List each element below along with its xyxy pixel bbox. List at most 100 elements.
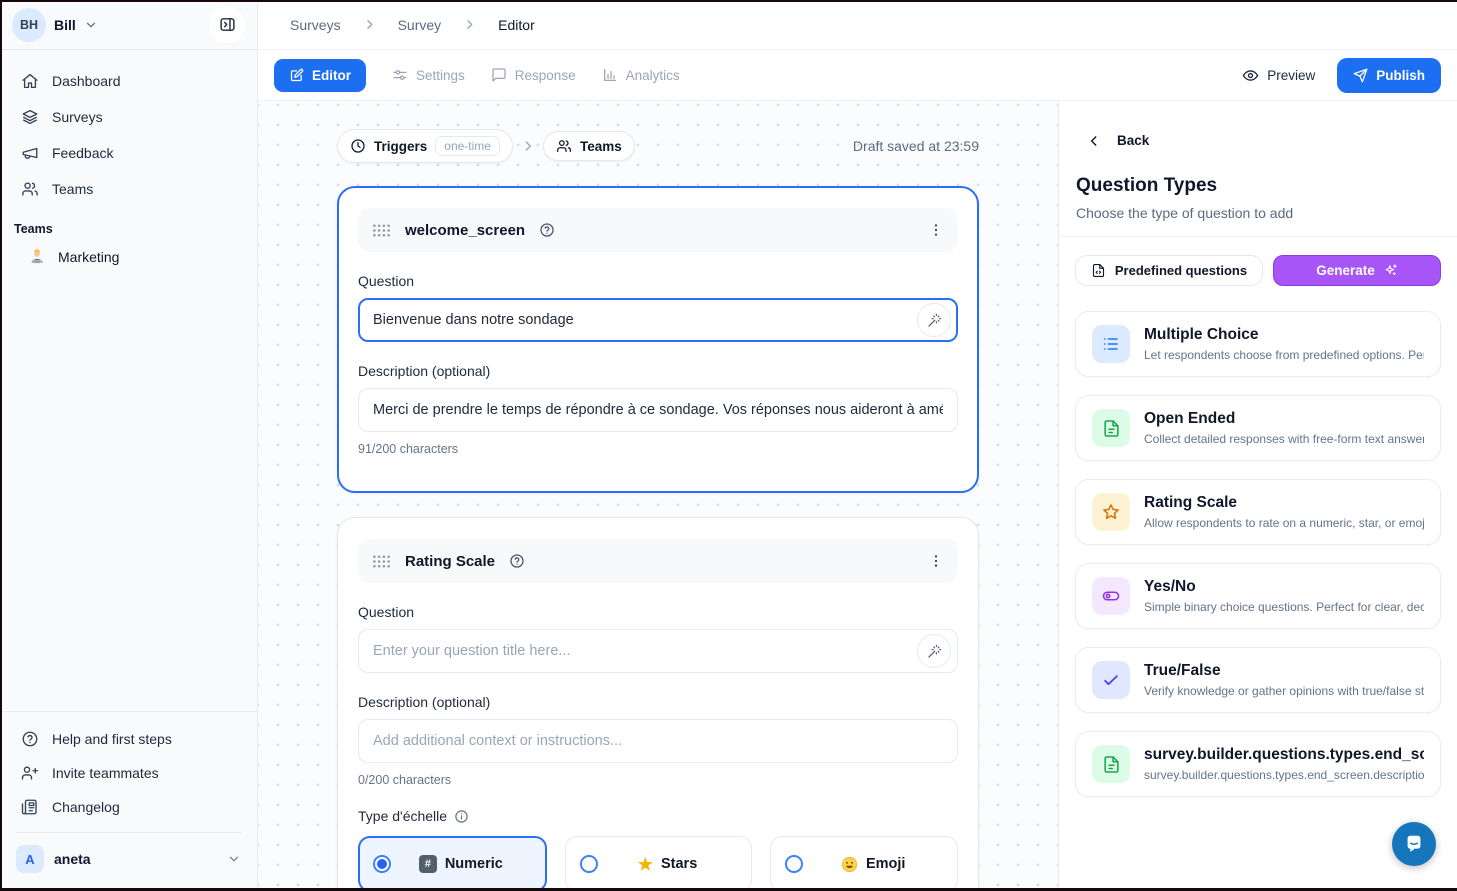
more-menu-icon[interactable] bbox=[928, 553, 944, 569]
type-description: Simple binary choice questions. Perfect … bbox=[1144, 600, 1424, 614]
triggers-chip[interactable]: Triggers one-time bbox=[337, 129, 513, 163]
type-card-open-ended[interactable]: Open Ended Collect detailed responses wi… bbox=[1075, 395, 1441, 461]
predefined-questions-button[interactable]: Predefined questions bbox=[1075, 255, 1263, 286]
scale-option-numeric[interactable]: # Numeric bbox=[358, 836, 547, 891]
chevron-down-icon bbox=[227, 852, 241, 866]
sidebar-item-team-marketing[interactable]: Marketing bbox=[12, 240, 245, 274]
info-icon[interactable] bbox=[454, 809, 469, 824]
canvas-toolbar: Triggers one-time Teams Draft saved at 2… bbox=[337, 129, 979, 163]
account-name: aneta bbox=[54, 851, 91, 867]
breadcrumb-editor: Editor bbox=[498, 17, 535, 33]
teams-section-label: Teams bbox=[0, 206, 257, 240]
panel-collapse-icon bbox=[219, 16, 236, 33]
back-button[interactable]: Back bbox=[1087, 133, 1441, 148]
radio-unchecked[interactable] bbox=[785, 855, 803, 873]
star-emoji-icon: ★ bbox=[638, 856, 653, 873]
numeric-keycap-icon: # bbox=[419, 855, 437, 873]
type-title: True/False bbox=[1144, 662, 1424, 680]
wand-icon bbox=[927, 313, 942, 328]
tab-settings[interactable]: Settings bbox=[392, 67, 465, 83]
drag-handle-icon[interactable] bbox=[372, 223, 391, 238]
type-card-true-false[interactable]: True/False Verify knowledge or gather op… bbox=[1075, 647, 1441, 713]
sidebar: BH Bill Dashboard Surveys Feedb bbox=[0, 0, 258, 891]
tab-response[interactable]: Response bbox=[491, 67, 576, 83]
toolbar-actions: Preview Publish bbox=[1242, 58, 1441, 93]
question-types-panel: Back Question Types Choose the type of q… bbox=[1058, 101, 1457, 891]
tab-label: Analytics bbox=[626, 68, 680, 83]
sidebar-footer: Help and first steps Invite teammates Ch… bbox=[0, 711, 257, 891]
sidebar-collapse-button[interactable] bbox=[209, 7, 245, 43]
type-card-rating-scale[interactable]: Rating Scale Allow respondents to rate o… bbox=[1075, 479, 1441, 545]
scale-option-stars[interactable]: ★ Stars bbox=[565, 836, 753, 891]
ai-wand-button[interactable] bbox=[917, 634, 951, 668]
scale-type-options: # Numeric ★ Stars bbox=[358, 836, 958, 891]
scale-option-label: Stars bbox=[661, 856, 697, 872]
chat-bubble-icon bbox=[1403, 833, 1425, 855]
sidebar-item-surveys[interactable]: Surveys bbox=[12, 100, 245, 134]
teams-chip[interactable]: Teams bbox=[543, 131, 635, 161]
survey-canvas[interactable]: Triggers one-time Teams Draft saved at 2… bbox=[258, 101, 1058, 891]
publish-button[interactable]: Publish bbox=[1337, 58, 1441, 93]
radio-unchecked[interactable] bbox=[580, 855, 598, 873]
sidebar-item-feedback[interactable]: Feedback bbox=[12, 136, 245, 170]
question-title-input[interactable] bbox=[358, 298, 958, 342]
smiley-emoji-icon bbox=[841, 856, 858, 873]
question-card-title: Rating Scale bbox=[405, 553, 495, 570]
type-description: Allow respondents to rate on a numeric, … bbox=[1144, 516, 1424, 530]
sidebar-item-label: Help and first steps bbox=[52, 731, 172, 747]
sidebar-item-changelog[interactable]: Changelog bbox=[12, 790, 245, 824]
tab-label: Response bbox=[515, 68, 576, 83]
question-card-rating-scale[interactable]: Rating Scale Question Description (optio… bbox=[337, 517, 979, 891]
question-description-input[interactable] bbox=[358, 388, 958, 432]
question-card-welcome-screen[interactable]: welcome_screen Question Description (opt… bbox=[337, 186, 979, 493]
workspace-switcher[interactable]: BH Bill bbox=[0, 0, 257, 50]
radio-checked[interactable] bbox=[373, 855, 391, 873]
content-area: Triggers one-time Teams Draft saved at 2… bbox=[258, 101, 1457, 891]
sidebar-item-label: Teams bbox=[52, 181, 93, 197]
panel-subtitle: Choose the type of question to add bbox=[1076, 205, 1441, 221]
chat-widget-button[interactable] bbox=[1392, 822, 1436, 866]
users-icon bbox=[556, 138, 572, 154]
type-title: survey.builder.questions.types.end_scr..… bbox=[1144, 746, 1424, 764]
preview-button[interactable]: Preview bbox=[1242, 67, 1315, 84]
tab-analytics[interactable]: Analytics bbox=[602, 67, 680, 83]
chevron-right-icon bbox=[363, 18, 376, 31]
sidebar-item-dashboard[interactable]: Dashboard bbox=[12, 64, 245, 98]
workspace-avatar[interactable]: BH bbox=[12, 8, 46, 42]
sidebar-item-invite[interactable]: Invite teammates bbox=[12, 756, 245, 790]
sliders-icon bbox=[392, 67, 408, 83]
breadcrumb-surveys[interactable]: Surveys bbox=[290, 17, 341, 33]
scale-option-emoji[interactable]: Emoji bbox=[770, 836, 958, 891]
description-label: Description (optional) bbox=[358, 694, 958, 710]
breadcrumb-survey[interactable]: Survey bbox=[398, 17, 442, 33]
generate-button[interactable]: Generate bbox=[1273, 255, 1441, 286]
sidebar-item-teams[interactable]: Teams bbox=[12, 172, 245, 206]
help-circle-icon[interactable] bbox=[539, 222, 555, 238]
more-menu-icon[interactable] bbox=[928, 222, 944, 238]
back-label: Back bbox=[1117, 133, 1149, 148]
account-avatar: A bbox=[16, 845, 44, 873]
main-area: Surveys Survey Editor Editor Settings Re… bbox=[258, 0, 1457, 891]
type-description: survey.builder.questions.types.end_scree… bbox=[1144, 768, 1424, 782]
drag-handle-icon[interactable] bbox=[372, 554, 391, 569]
sidebar-item-label: Feedback bbox=[52, 145, 113, 161]
type-title: Rating Scale bbox=[1144, 494, 1424, 512]
sidebar-item-help[interactable]: Help and first steps bbox=[12, 722, 245, 756]
toolbar: Editor Settings Response Analytics bbox=[258, 50, 1457, 101]
type-card-multiple-choice[interactable]: Multiple Choice Let respondents choose f… bbox=[1075, 311, 1441, 377]
check-icon bbox=[1092, 661, 1130, 699]
question-card-header: welcome_screen bbox=[358, 208, 958, 252]
tab-editor[interactable]: Editor bbox=[274, 59, 366, 92]
account-menu[interactable]: A aneta bbox=[16, 832, 241, 873]
question-description-input[interactable] bbox=[358, 719, 958, 763]
chevron-right-icon bbox=[521, 139, 535, 153]
preview-label: Preview bbox=[1267, 68, 1315, 83]
predefined-questions-label: Predefined questions bbox=[1115, 263, 1247, 278]
layers-icon bbox=[20, 108, 40, 126]
question-title-input[interactable] bbox=[358, 629, 958, 673]
type-card-yes-no[interactable]: Yes/No Simple binary choice questions. P… bbox=[1075, 563, 1441, 629]
type-card-end-screen[interactable]: survey.builder.questions.types.end_scr..… bbox=[1075, 731, 1441, 797]
ai-wand-button[interactable] bbox=[917, 303, 951, 337]
list-icon bbox=[1092, 325, 1130, 363]
help-circle-icon[interactable] bbox=[509, 553, 525, 569]
